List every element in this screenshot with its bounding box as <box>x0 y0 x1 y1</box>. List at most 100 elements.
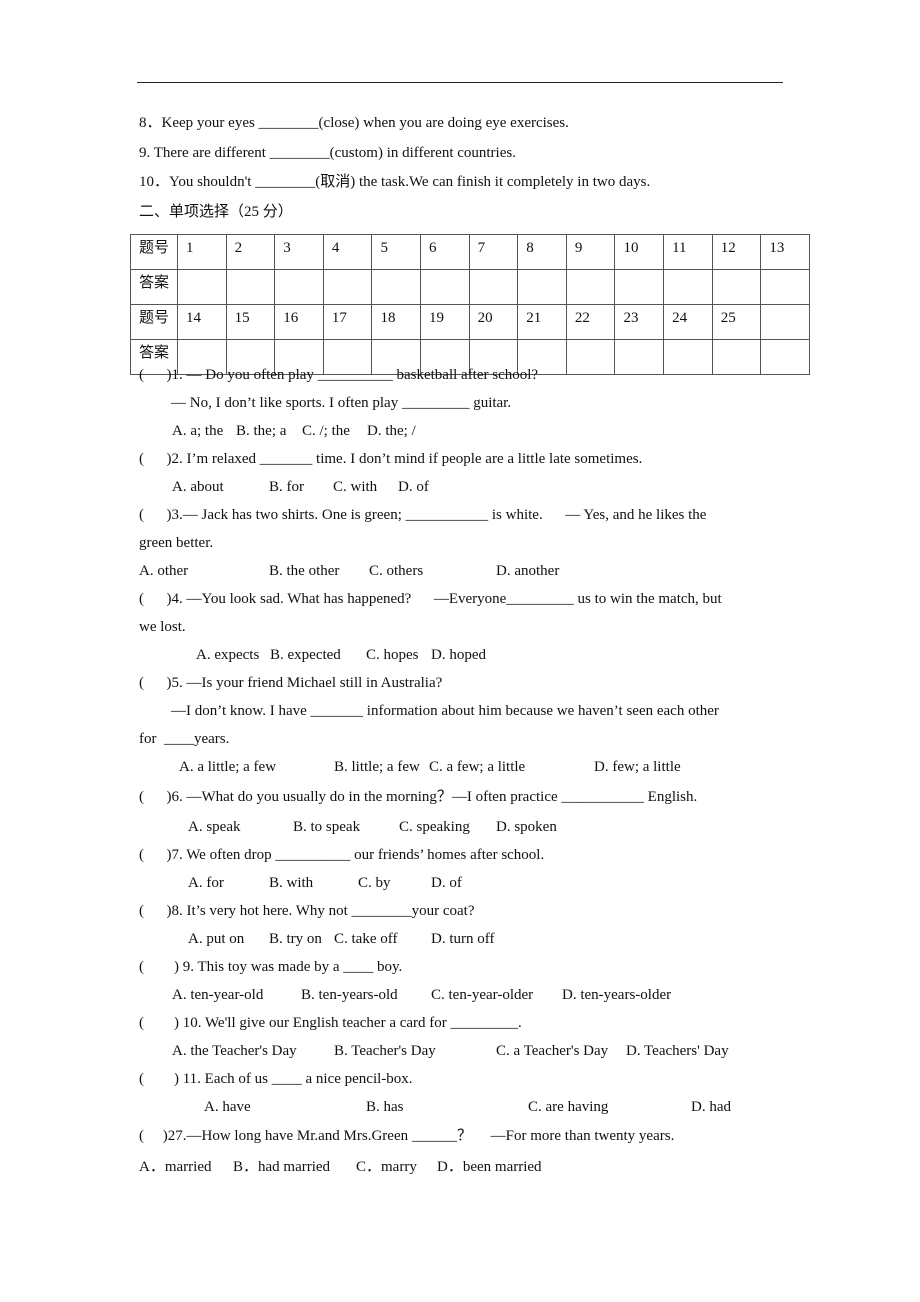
question-27-stem: ( )27.—How long have Mr.and Mrs.Green __… <box>139 1128 675 1144</box>
option-d: D．been married <box>437 1159 542 1175</box>
option-c: C. a few; a little <box>429 759 526 775</box>
option-a: A. a little; a few <box>179 759 277 775</box>
section-title: 二、单项选择（25 分） <box>139 204 293 220</box>
question-9-stem: ( ) 9. This toy was made by a ____ boy. <box>139 959 403 975</box>
option-b: B. with <box>269 875 314 891</box>
answer-cell[interactable] <box>420 269 470 305</box>
table-row-answers-1: 答案 <box>130 269 810 305</box>
answer-cell[interactable] <box>663 269 713 305</box>
option-a: A. ten-year-old <box>172 987 264 1003</box>
question-4-stem-line2: we lost. <box>139 619 186 635</box>
option-c: C. speaking <box>399 819 470 835</box>
table-row-numbers-1: 题号 1 2 3 4 5 6 7 8 9 10 11 12 13 <box>130 234 810 270</box>
question-11-stem: ( ) 11. Each of us ____ a nice pencil-bo… <box>139 1071 413 1087</box>
option-a: A. have <box>204 1099 251 1115</box>
header-rule <box>137 82 783 83</box>
question-3-stem: ( )3.— Jack has two shirts. One is green… <box>139 507 707 523</box>
answer-cell[interactable] <box>517 269 567 305</box>
option-b: B. to speak <box>293 819 361 835</box>
option-a: A. expects <box>196 647 260 663</box>
fill-in-item-8: 8．Keep your eyes ________(close) when yo… <box>139 114 569 132</box>
option-c: C. hopes <box>366 647 419 663</box>
answer-cell[interactable] <box>468 269 519 305</box>
question-number-cell: 15 <box>225 304 276 340</box>
option-b: B. for <box>269 479 304 495</box>
question-number-cell: 14 <box>177 304 227 340</box>
option-b: B. expected <box>270 647 341 663</box>
answer-cell[interactable] <box>663 339 713 375</box>
question-number-cell: 10 <box>614 234 665 270</box>
item-number: 8． <box>139 115 162 131</box>
question-8-stem: ( )8. It’s very hot here. Why not ______… <box>139 903 475 919</box>
option-b: B. ten-years-old <box>301 987 398 1003</box>
answer-cell[interactable] <box>225 269 276 305</box>
question-number-cell: 3 <box>274 234 324 270</box>
option-d: D. of <box>398 479 429 495</box>
item-text: You shouldn't ________(取消) the task.We c… <box>169 174 651 190</box>
answer-cell[interactable] <box>614 339 665 375</box>
answer-cell[interactable] <box>274 269 324 305</box>
option-a: A. a; the <box>172 423 224 439</box>
item-number: 9. <box>139 145 151 161</box>
question-number-cell: 18 <box>371 304 422 340</box>
question-number-cell: 20 <box>468 304 519 340</box>
option-c: C. ten-year-older <box>431 987 534 1003</box>
row-label: 答案 <box>130 269 178 305</box>
item-text: There are different ________(custom) in … <box>153 145 516 161</box>
option-b: B．had married <box>233 1159 331 1175</box>
option-c: C．marry <box>356 1159 417 1175</box>
question-7-stem: ( )7. We often drop __________ our frien… <box>139 847 545 863</box>
question-1-stem: ( )1. — Do you often play __________ bas… <box>139 367 539 383</box>
question-5-stem-line3: for ____years. <box>139 731 230 747</box>
question-number-cell: 19 <box>420 304 470 340</box>
fill-in-item-10: 10．You shouldn't ________(取消) the task.W… <box>139 173 650 191</box>
question-3-stem-line2: green better. <box>139 535 214 551</box>
question-10-stem: ( ) 10. We'll give our English teacher a… <box>139 1015 522 1031</box>
option-b: B. the other <box>269 563 340 579</box>
question-5-stem: ( )5. —Is your friend Michael still in A… <box>139 675 443 691</box>
option-a: A. about <box>172 479 224 495</box>
row-label: 题号 <box>130 234 178 270</box>
option-c: C. /; the <box>302 423 350 439</box>
option-d: D. another <box>496 563 560 579</box>
question-6-stem: ( )6. —What do you usually do in the mor… <box>139 789 698 805</box>
option-a: A. for <box>188 875 224 891</box>
answer-cell[interactable] <box>177 269 227 305</box>
table-row-numbers-2: 题号 14 15 16 17 18 19 20 21 22 23 24 25 <box>130 304 810 340</box>
answer-cell[interactable] <box>565 339 616 375</box>
option-d: D. of <box>431 875 462 891</box>
option-c: C. by <box>358 875 391 891</box>
option-d: D. the; / <box>367 423 416 439</box>
answer-cell[interactable] <box>322 269 373 305</box>
item-number: 10． <box>139 174 170 190</box>
answer-cell[interactable] <box>614 269 665 305</box>
option-d: D. Teachers' Day <box>626 1043 729 1059</box>
answer-cell[interactable] <box>760 339 810 375</box>
option-c: C. take off <box>334 931 398 947</box>
question-1-stem-line2: — No, I don’t like sports. I often play … <box>171 395 512 411</box>
option-c: C. with <box>333 479 378 495</box>
option-d: D. few; a little <box>594 759 681 775</box>
answer-cell[interactable] <box>711 269 762 305</box>
question-number-cell: 22 <box>565 304 616 340</box>
option-b: B. has <box>366 1099 404 1115</box>
question-number-cell: 12 <box>711 234 762 270</box>
option-a: A. speak <box>188 819 241 835</box>
question-number-cell: 24 <box>663 304 713 340</box>
answer-table: 题号 1 2 3 4 5 6 7 8 9 10 11 12 13 答案 题号 1… <box>130 234 810 375</box>
question-number-cell: 6 <box>420 234 470 270</box>
question-number-cell: 7 <box>468 234 519 270</box>
option-c: C. are having <box>528 1099 609 1115</box>
answer-cell[interactable] <box>371 269 422 305</box>
answer-cell[interactable] <box>711 339 762 375</box>
option-b: B. try on <box>269 931 322 947</box>
question-number-cell: 1 <box>177 234 227 270</box>
option-d: D. hoped <box>431 647 486 663</box>
question-number-cell: 5 <box>371 234 422 270</box>
question-number-cell: 25 <box>711 304 762 340</box>
item-text: Keep your eyes ________(close) when you … <box>161 115 569 131</box>
question-number-cell: 23 <box>614 304 665 340</box>
answer-cell[interactable] <box>565 269 616 305</box>
question-2-stem: ( )2. I’m relaxed _______ time. I don’t … <box>139 451 643 467</box>
answer-cell[interactable] <box>760 269 810 305</box>
